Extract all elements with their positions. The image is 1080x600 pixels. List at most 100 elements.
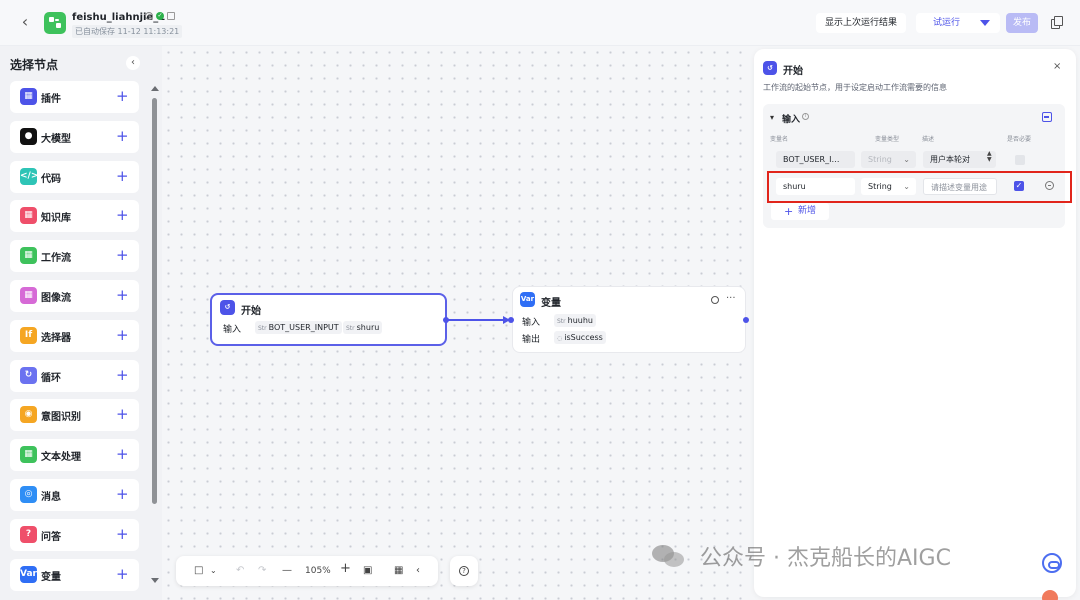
add-node-plus-icon[interactable]: +: [116, 326, 129, 344]
code-icon: </>: [20, 167, 38, 185]
sidebar-item[interactable]: ◉ 意图识别 +: [10, 399, 139, 432]
pointer-mode-icon[interactable]: □: [194, 564, 203, 578]
imageflow-icon: ▦: [20, 287, 37, 304]
redo-icon[interactable]: ↷: [258, 564, 266, 578]
plus-icon: +: [784, 205, 794, 218]
plugin-icon: ▦: [20, 88, 37, 105]
sidebar-item[interactable]: ● 大模型 +: [10, 120, 139, 153]
test-run-button[interactable]: 试运行: [916, 13, 1000, 33]
variable-node-input-label: 输入: [522, 318, 541, 328]
llm-icon: ●: [20, 127, 37, 145]
info-icon[interactable]: i: [802, 113, 809, 120]
sidebar-item[interactable]: ? 问答 +: [10, 518, 139, 551]
sidebar-title: 选择节点: [10, 58, 59, 72]
sidebar-item-label: 文本处理: [41, 452, 81, 464]
publish-button[interactable]: 发布: [1006, 13, 1038, 33]
sidebar-item-label: 代码: [41, 173, 61, 185]
sidebar-item[interactable]: ▦ 知识库 +: [10, 200, 139, 233]
edit-icon[interactable]: [167, 12, 175, 20]
zoom-in-icon[interactable]: +: [340, 562, 351, 576]
variable-node-output-port[interactable]: [743, 317, 749, 323]
sidebar-item[interactable]: ▦ 工作流 +: [10, 240, 139, 273]
required-checkbox: [1015, 155, 1025, 165]
start-panel-icon: ↺: [763, 61, 777, 75]
add-node-plus-icon[interactable]: +: [116, 206, 129, 224]
close-icon[interactable]: ×: [1053, 61, 1061, 72]
add-node-plus-icon[interactable]: +: [116, 565, 129, 583]
add-node-plus-icon[interactable]: +: [116, 405, 129, 423]
sidebar-item[interactable]: If 选择器 +: [10, 319, 139, 352]
collapse-section-icon[interactable]: ▾: [770, 113, 774, 122]
canvas-toolbar: □ ⌄ ↶ ↷ — 105% + ▣ ▦ ‹: [176, 556, 438, 586]
sidebar-item-label: 图像流: [41, 293, 71, 304]
add-node-plus-icon[interactable]: +: [116, 525, 129, 543]
zoom-out-icon[interactable]: —: [282, 564, 292, 578]
wechat-logo-icon: [652, 543, 690, 569]
selector-icon: If: [20, 326, 37, 344]
column-header-name: 变量名: [770, 136, 789, 143]
add-node-plus-icon[interactable]: +: [116, 87, 129, 105]
connection-line[interactable]: [447, 319, 507, 321]
show-last-run-button[interactable]: 显示上次运行结果: [816, 13, 906, 33]
scroll-up-arrow[interactable]: [151, 86, 159, 91]
undo-icon[interactable]: ↶: [236, 564, 244, 578]
sidebar-item-label: 变量: [41, 571, 61, 583]
add-node-plus-icon[interactable]: +: [116, 246, 129, 264]
add-node-plus-icon[interactable]: +: [116, 366, 129, 384]
add-node-plus-icon[interactable]: +: [116, 167, 129, 185]
autosave-status: 已自动保存 11-12 11:13:21: [72, 25, 183, 38]
add-variable-button[interactable]: + 新增: [771, 203, 829, 220]
intent-icon: ◉: [20, 406, 37, 424]
sidebar-item[interactable]: ◎ 消息 +: [10, 479, 139, 511]
import-icon[interactable]: [1042, 112, 1052, 122]
help-icon: ?: [459, 566, 469, 576]
arrange-icon[interactable]: ‹: [416, 564, 420, 578]
add-node-plus-icon[interactable]: +: [116, 127, 129, 145]
start-node[interactable]: [210, 293, 447, 346]
info-icon[interactable]: i: [145, 12, 153, 20]
sidebar-item[interactable]: ▦ 插件 +: [10, 81, 139, 113]
scroll-down-arrow[interactable]: [151, 578, 159, 583]
add-node-plus-icon[interactable]: +: [116, 445, 129, 463]
panel-title: 开始: [783, 66, 803, 77]
sidebar-item-label: 大模型: [41, 133, 71, 145]
variable-node-icon: Var: [520, 292, 535, 307]
fit-view-icon[interactable]: ▣: [363, 564, 372, 578]
sidebar-item-label: 知识库: [41, 213, 71, 225]
add-node-plus-icon[interactable]: +: [116, 485, 129, 503]
minimap-icon[interactable]: ▦: [394, 564, 403, 578]
variable-type-select: String ⌄: [861, 151, 916, 168]
sidebar-item-label: 消息: [41, 492, 61, 503]
sidebar-item-label: 意图识别: [41, 412, 81, 424]
help-button[interactable]: ?: [450, 556, 478, 586]
copy-icon[interactable]: [1048, 14, 1064, 30]
add-node-plus-icon[interactable]: +: [116, 286, 129, 304]
collapse-sidebar-icon[interactable]: ‹: [126, 56, 140, 70]
qa-icon: ?: [20, 525, 37, 543]
column-header-description: 描述: [922, 136, 935, 143]
panel-description: 工作流的起始节点，用于设定启动工作流需要的信息: [763, 83, 947, 92]
sidebar-scrollbar[interactable]: [152, 98, 157, 504]
variable-description-field: 用户本轮对: [923, 151, 996, 168]
text-icon: ▦: [20, 446, 37, 464]
more-icon[interactable]: ···: [726, 293, 736, 304]
stepper-icon[interactable]: ▲ ▼: [987, 151, 992, 163]
zoom-level[interactable]: 105%: [305, 564, 331, 578]
sidebar-item-label: 插件: [41, 94, 61, 105]
add-variable-label: 新增: [798, 206, 817, 216]
float-assistant-icon[interactable]: [1042, 553, 1062, 573]
chevron-down-icon[interactable]: ⌄: [210, 564, 217, 578]
sidebar-item[interactable]: ▦ 文本处理 +: [10, 439, 139, 472]
highlight-box: [767, 171, 1072, 203]
back-arrow-icon[interactable]: ‹: [16, 13, 34, 31]
caret-down-icon[interactable]: [980, 20, 990, 26]
float-badge-icon[interactable]: [1042, 590, 1058, 600]
chevron-down-icon: ⌄: [903, 155, 910, 164]
sidebar-item[interactable]: ▦ 图像流 +: [10, 280, 139, 312]
variable-node-input-port[interactable]: [508, 317, 514, 323]
start-node-input-label: 输入: [223, 325, 242, 335]
sidebar-item[interactable]: </> 代码 +: [10, 160, 139, 193]
sidebar-item[interactable]: ↻ 循环 +: [10, 359, 139, 392]
run-node-icon[interactable]: [711, 296, 719, 304]
sidebar-item[interactable]: Var 变量 +: [10, 558, 139, 591]
